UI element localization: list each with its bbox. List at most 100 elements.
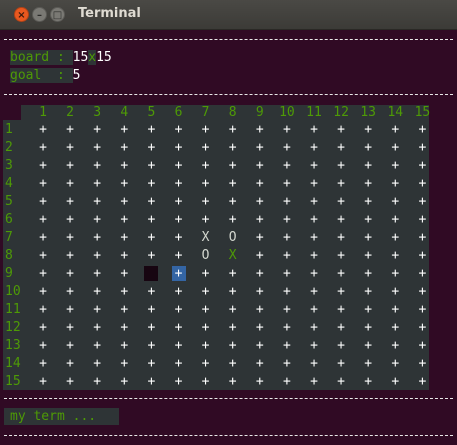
board-cell[interactable]: + [117,338,131,353]
board-cell[interactable]: + [90,212,104,227]
board-cell[interactable]: + [90,302,104,317]
board-cell[interactable]: + [226,302,240,317]
board-cell[interactable]: + [144,374,158,389]
board-cell[interactable]: + [63,338,77,353]
board-cell[interactable]: + [334,374,348,389]
board-cell[interactable]: + [388,302,402,317]
board-cell[interactable]: + [199,212,213,227]
board-cell[interactable]: + [361,356,375,371]
board-cell[interactable]: + [307,248,321,263]
board-cell[interactable]: + [415,140,429,155]
board-cell[interactable]: + [307,122,321,137]
board-cell[interactable]: + [90,122,104,137]
board-cell[interactable]: + [280,302,294,317]
board-cell[interactable]: + [388,356,402,371]
board-cell[interactable]: + [280,248,294,263]
board-cell[interactable]: + [334,284,348,299]
board-cell[interactable]: + [117,140,131,155]
board-cell[interactable]: + [280,320,294,335]
board-cell[interactable]: + [253,356,267,371]
board-cell[interactable]: + [334,230,348,245]
board-cell[interactable]: + [63,302,77,317]
board-cell[interactable]: + [90,266,104,281]
board-cell[interactable]: + [90,284,104,299]
board-cell[interactable]: + [172,320,186,335]
board-cell[interactable]: + [172,122,186,137]
board-cell[interactable]: + [117,356,131,371]
board-cell[interactable]: + [36,230,50,245]
board-cell[interactable]: + [63,212,77,227]
board-cell[interactable]: + [307,374,321,389]
board-cell[interactable]: + [199,356,213,371]
board-cell[interactable]: + [117,230,131,245]
board-cell[interactable]: + [63,356,77,371]
board-cell[interactable]: + [361,374,375,389]
board-cell[interactable]: + [144,176,158,191]
board-cell[interactable]: + [36,122,50,137]
board-cell[interactable]: + [415,266,429,281]
board-cell[interactable]: + [117,320,131,335]
board-cell[interactable]: + [415,230,429,245]
board-cell[interactable]: + [253,158,267,173]
board-cell[interactable]: + [63,320,77,335]
board-cell[interactable]: + [253,176,267,191]
board-cell[interactable]: + [36,140,50,155]
board-cell[interactable]: + [144,140,158,155]
board-cell[interactable]: + [334,320,348,335]
board-cell[interactable]: + [334,248,348,263]
board-cell[interactable]: + [253,338,267,353]
board-cell[interactable]: + [90,356,104,371]
board-cell[interactable]: + [199,302,213,317]
board-cell[interactable]: + [36,320,50,335]
board-cell[interactable]: + [388,338,402,353]
board-cell[interactable]: + [226,176,240,191]
board-cell[interactable]: + [415,194,429,209]
board-cell[interactable]: + [90,248,104,263]
board-cell[interactable]: + [334,140,348,155]
board-cell[interactable]: + [253,302,267,317]
board-cell[interactable]: + [117,212,131,227]
board-cell[interactable]: + [334,266,348,281]
board-previous-cell[interactable] [144,266,159,281]
board-stone[interactable]: O [226,230,240,245]
board-cell[interactable]: + [253,284,267,299]
board-cell[interactable]: + [307,212,321,227]
board-cell[interactable]: + [226,140,240,155]
board-cell[interactable]: + [144,284,158,299]
board-cell[interactable]: + [307,158,321,173]
board-cell[interactable]: + [307,266,321,281]
board-cell[interactable]: + [253,122,267,137]
board-cell[interactable]: + [226,338,240,353]
board-cell[interactable]: + [253,194,267,209]
board-cell[interactable]: + [63,122,77,137]
board-cell[interactable]: + [334,356,348,371]
board-cell[interactable]: + [307,284,321,299]
board-cell[interactable]: + [172,230,186,245]
board-cell[interactable]: + [90,140,104,155]
board-cell[interactable]: + [63,248,77,263]
board-cell[interactable]: + [144,302,158,317]
board-cell[interactable]: + [415,320,429,335]
board-cell[interactable]: + [144,338,158,353]
board-cell[interactable]: + [226,158,240,173]
board-cell[interactable]: + [334,176,348,191]
board-cell[interactable]: + [361,230,375,245]
board-cell[interactable]: + [361,176,375,191]
board-cell[interactable]: + [280,158,294,173]
board-cell[interactable]: + [90,176,104,191]
board-cell[interactable]: + [144,212,158,227]
board-cell[interactable]: + [144,320,158,335]
board-cell[interactable]: + [144,194,158,209]
board-cell[interactable]: + [63,266,77,281]
maximize-window-button[interactable]: □ [50,7,65,22]
board-cell[interactable]: + [172,302,186,317]
board-cell[interactable]: + [36,248,50,263]
board-cell[interactable]: + [253,266,267,281]
board-cell[interactable]: + [144,122,158,137]
board-cell[interactable]: + [361,122,375,137]
board-cell[interactable]: + [117,176,131,191]
board-cell[interactable]: + [63,140,77,155]
board-cell[interactable]: + [361,266,375,281]
board-cell[interactable]: + [280,212,294,227]
board-cell[interactable]: + [172,284,186,299]
